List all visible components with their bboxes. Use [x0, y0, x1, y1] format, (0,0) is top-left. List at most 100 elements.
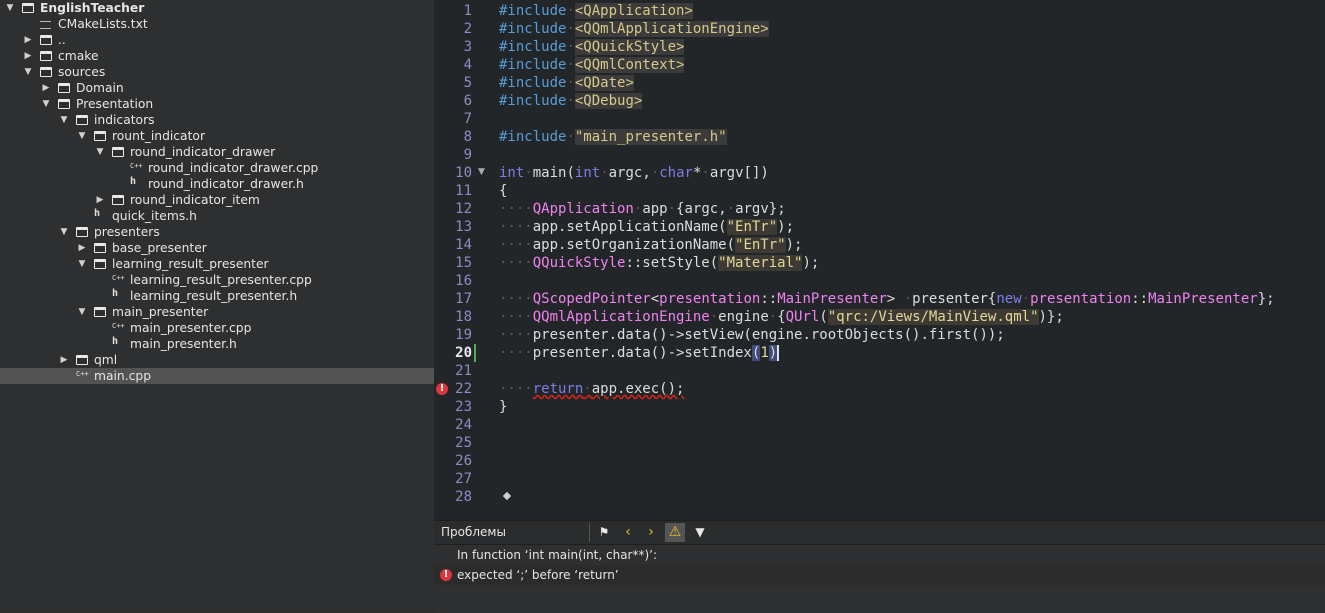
code-token: <QQmlApplicationEngine> [574, 21, 769, 37]
tree-folder[interactable]: ▼ presenters [0, 224, 434, 240]
code-token: "main_presenter.h" [574, 129, 727, 145]
code-token: · [566, 3, 575, 19]
code-line[interactable]: #include·<QDate> [499, 74, 634, 92]
folder-icon [94, 243, 106, 253]
tree-folder[interactable]: ▶ round_indicator_item [0, 192, 434, 208]
code-editor[interactable]: 1 2 3 4 5 6 7 8 9 10 ▼ 11 12 13 14 15 16 17 18 19 20 21 22! 23 2… [434, 0, 1325, 520]
code-line[interactable]: #include·<QQuickStyle> [499, 38, 685, 56]
tree-folder[interactable]: ▶ Domain [0, 80, 434, 96]
chevron-down-icon[interactable]: ▼ [40, 96, 52, 112]
next-issue-icon[interactable]: › [641, 523, 661, 542]
code-token: QQuickStyle [532, 255, 626, 271]
chevron-down-icon[interactable]: ▼ [94, 144, 106, 160]
code-line[interactable]: #include·<QQmlContext> [499, 56, 685, 74]
chevron-right-icon[interactable]: ▶ [94, 192, 106, 208]
line-number: 2 [463, 21, 472, 37]
tree-folder[interactable]: ▼ EnglishTeacher [0, 0, 434, 16]
tree-folder[interactable]: ▼ round_indicator_drawer [0, 144, 434, 160]
code-token: #include [499, 21, 567, 37]
tree-folder[interactable]: ▶ cmake [0, 48, 434, 64]
code-line[interactable]: } [499, 398, 507, 416]
chevron-right-icon[interactable]: ▶ [22, 48, 34, 64]
chevron-right-icon[interactable]: ▶ [40, 80, 52, 96]
filter-icon[interactable]: ▼ [690, 523, 710, 542]
tree-folder[interactable]: ▼ rount_indicator [0, 128, 434, 144]
error-marker-icon[interactable]: ! [436, 383, 448, 395]
code-line[interactable]: #include·"main_presenter.h" [499, 128, 727, 146]
line-number: 5 [463, 75, 472, 91]
code-token: ···· [499, 291, 533, 307]
chevron-down-icon[interactable]: ▼ [22, 64, 34, 80]
folder-icon [94, 259, 106, 269]
tree-file[interactable]: learning_result_presenter.h [0, 288, 434, 304]
tree-item-label: main_presenter [112, 305, 209, 319]
previous-issue-icon[interactable]: ‹ [618, 523, 638, 542]
tree-folder[interactable]: ▼ Presentation [0, 96, 434, 112]
chevron-right-icon[interactable]: ▶ [22, 32, 34, 48]
code-token: presenter.data()->setView(engine.rootObj… [532, 327, 1005, 343]
chevron-right-icon[interactable]: ▶ [58, 352, 70, 368]
code-line[interactable]: ····QApplication·app·{argc,·argv}; [499, 200, 786, 218]
tree-folder[interactable]: ▼ sources [0, 64, 434, 80]
code-token: presentation [659, 291, 761, 307]
tree-file[interactable]: quick_items.h [0, 208, 434, 224]
issue-row[interactable]: In function ‘int main(int, char**)’: [434, 545, 1325, 565]
code-line[interactable]: ····presenter.data()->setIndex(1) [499, 344, 780, 362]
tree-folder[interactable]: ▶ qml [0, 352, 434, 368]
line-number: 10 [455, 165, 472, 181]
tree-item-label: quick_items.h [112, 209, 197, 223]
line-number: 23 [455, 399, 472, 415]
issue-row[interactable]: ! expected ‘;’ before ‘return’ [434, 565, 1325, 585]
chevron-down-icon[interactable]: ▼ [58, 224, 70, 240]
code-token: app.setApplicationName( [532, 219, 727, 235]
code-line[interactable]: #include·<QApplication> [499, 2, 693, 20]
tree-folder[interactable]: ▼ learning_result_presenter [0, 256, 434, 272]
code-line[interactable]: { [499, 182, 507, 200]
show-warnings-icon[interactable]: ⚠ [665, 523, 685, 542]
tree-file[interactable]: main_presenter.h [0, 336, 434, 352]
chevron-down-icon[interactable]: ▼ [58, 112, 70, 128]
code-line[interactable]: ····app.setOrganizationName("EnTr"); [499, 236, 802, 254]
code-token: MainPresenter [1148, 291, 1258, 307]
tree-file[interactable]: main.cpp [0, 368, 434, 384]
folder-icon [40, 35, 52, 45]
tree-folder[interactable]: ▼ main_presenter [0, 304, 434, 320]
chevron-down-icon[interactable]: ▼ [76, 304, 88, 320]
code-token: "EnTr" [726, 219, 778, 235]
code-line[interactable]: int·main(int·argc,·char*·argv[]) [499, 164, 769, 182]
tree-file[interactable]: learning_result_presenter.cpp [0, 272, 434, 288]
tree-item-label: indicators [94, 113, 155, 127]
code-line[interactable]: ····QScopedPointer<presentation::MainPre… [499, 290, 1275, 308]
code-line[interactable]: ····QQmlApplicationEngine·engine·{QUrl("… [499, 308, 1064, 326]
tree-folder[interactable]: ▶.. [0, 32, 434, 48]
tree-file[interactable]: main_presenter.cpp [0, 320, 434, 336]
folder-icon [76, 227, 88, 237]
code-token: presenter.data()->setIndex [532, 345, 752, 361]
chevron-down-icon[interactable]: ▼ [76, 128, 88, 144]
folder-icon [58, 83, 70, 93]
code-line[interactable]: ····return·app.exec(); [499, 380, 684, 398]
code-token: int [574, 165, 601, 181]
code-line[interactable]: ····app.setApplicationName("EnTr"); [499, 218, 794, 236]
code-line[interactable]: ····QQuickStyle::setStyle("Material"); [499, 254, 819, 272]
error-icon: ! [440, 569, 452, 581]
code-line[interactable]: #include·<QQmlApplicationEngine> [499, 20, 769, 38]
tree-folder[interactable]: ▶ base_presenter [0, 240, 434, 256]
tree-file[interactable]: round_indicator_drawer.h [0, 176, 434, 192]
clean-issues-icon[interactable]: ⚑ [594, 523, 614, 542]
code-token: app.setOrganizationName( [532, 237, 736, 253]
chevron-down-icon[interactable]: ▼ [76, 256, 88, 272]
tree-item-label: round_indicator_drawer [130, 145, 276, 159]
code-token: main( [532, 165, 575, 181]
chevron-right-icon[interactable]: ▶ [76, 240, 88, 256]
chevron-down-icon[interactable]: ▼ [4, 0, 16, 16]
tree-item-label: learning_result_presenter [112, 257, 269, 271]
tree-file[interactable]: round_indicator_drawer.cpp [0, 160, 434, 176]
tree-folder[interactable]: ▼ indicators [0, 112, 434, 128]
code-token: <QApplication> [574, 3, 693, 19]
code-token: ( [819, 309, 828, 325]
fold-toggle-icon[interactable]: ▼ [478, 167, 485, 177]
tree-file[interactable]: CMakeLists.txt [0, 16, 434, 32]
code-line[interactable]: #include·<QDebug> [499, 92, 643, 110]
code-line[interactable]: ····presenter.data()->setView(engine.roo… [499, 326, 1005, 344]
